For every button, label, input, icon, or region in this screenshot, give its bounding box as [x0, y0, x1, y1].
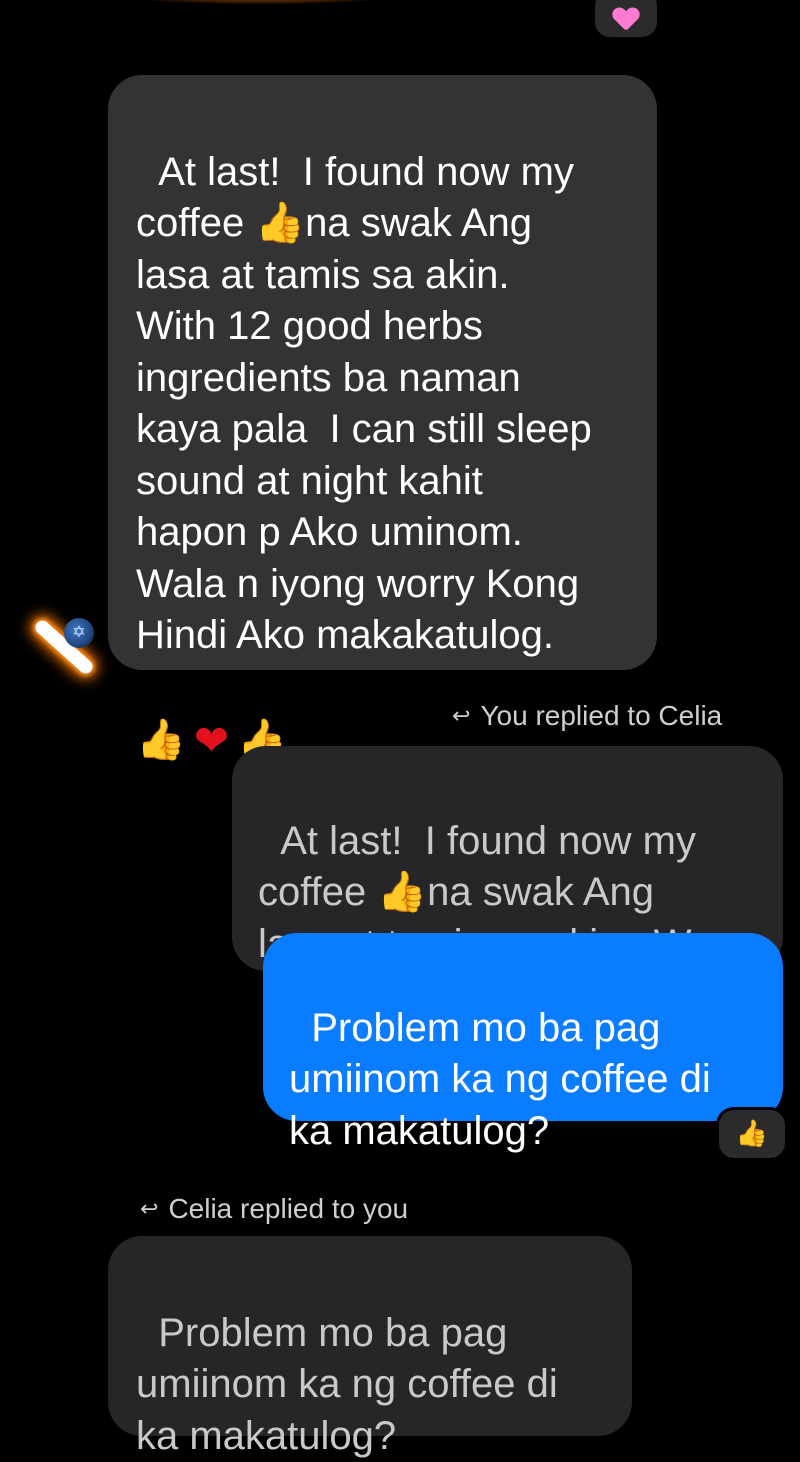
globe-icon: ✡ — [64, 618, 94, 648]
reply-label-text: Celia replied to you — [168, 1193, 409, 1224]
thumbs-up-icon: 👍 — [735, 1119, 769, 1149]
outgoing-message-text: Problem mo ba pag umiinom ka ng coffee d… — [289, 1005, 711, 1153]
thumbs-up-icon: 👍 — [136, 717, 186, 763]
message-text-part-2: na swak Ang lasa at tamis sa akin. With … — [136, 201, 592, 657]
status-glow-decoration — [110, 0, 410, 4]
reply-arrow-icon: ↩ — [452, 703, 471, 729]
reply-arrow-icon: ↩ — [140, 1196, 159, 1222]
quoted-incoming-text: Problem mo ba pag umiinom ka ng coffee d… — [136, 1310, 558, 1458]
incoming-message-bubble[interactable]: At last! I found now my coffee 👍na swak … — [108, 75, 657, 765]
pink-heart-icon — [613, 8, 639, 30]
reply-label-text: You replied to Celia — [480, 700, 723, 731]
quoted-message-bubble-incoming[interactable]: Problem mo ba pag umiinom ka ng coffee d… — [108, 1236, 632, 1458]
thumbs-up-icon: 👍 — [255, 200, 306, 246]
outgoing-message-bubble[interactable]: Problem mo ba pag umiinom ka ng coffee d… — [263, 933, 783, 1153]
reaction-badge-top[interactable] — [592, 0, 660, 40]
avatar[interactable]: ✡ — [18, 610, 96, 690]
reaction-badge-outgoing[interactable]: 👍 — [716, 1107, 788, 1161]
reply-indicator-you: ↩ You replied to Celia — [452, 700, 722, 732]
red-heart-icon: ❤ — [193, 716, 230, 765]
thumbs-up-icon: 👍 — [377, 869, 428, 915]
reply-indicator-celia: ↩ Celia replied to you — [140, 1193, 408, 1225]
